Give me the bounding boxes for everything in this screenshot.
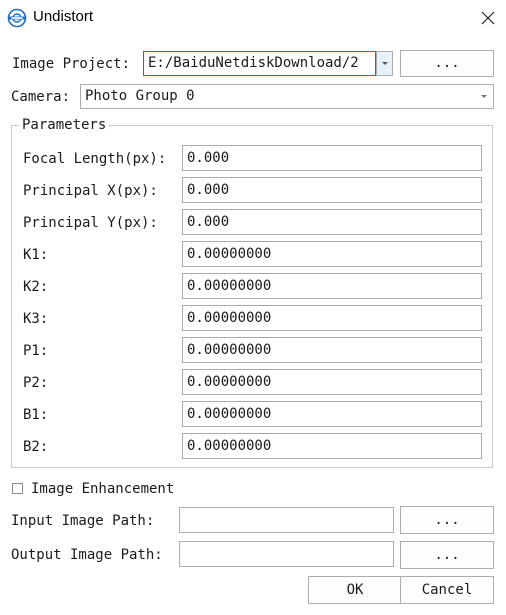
- input-path-field[interactable]: [179, 507, 394, 533]
- window-title: Undistort: [33, 8, 94, 25]
- image-project-browse-button[interactable]: ...: [400, 50, 494, 77]
- camera-combo[interactable]: Photo Group 0: [80, 84, 494, 109]
- principal-y-label: Principal Y(px):: [23, 215, 158, 231]
- principal-x-label: Principal X(px):: [23, 183, 158, 199]
- camera-label: Camera:: [11, 89, 71, 105]
- p2-field[interactable]: 0.00000000: [182, 369, 482, 395]
- chevron-down-icon: [479, 92, 489, 102]
- output-path-label: Output Image Path:: [11, 547, 163, 563]
- cancel-button[interactable]: Cancel: [400, 576, 494, 604]
- app-logo-icon: [7, 8, 27, 28]
- k1-field[interactable]: 0.00000000: [182, 241, 482, 267]
- b1-field[interactable]: 0.00000000: [182, 401, 482, 427]
- k1-label: K1:: [23, 247, 49, 263]
- input-path-browse-button[interactable]: ...: [400, 506, 494, 534]
- ok-button[interactable]: OK: [308, 576, 402, 604]
- principal-y-field[interactable]: 0.000: [182, 209, 482, 235]
- p1-label: P1:: [23, 343, 49, 359]
- output-path-field[interactable]: [179, 541, 394, 567]
- close-button[interactable]: [470, 0, 506, 36]
- focal-length-field[interactable]: 0.000: [182, 145, 482, 171]
- k2-label: K2:: [23, 279, 49, 295]
- camera-combo-value: Photo Group 0: [85, 88, 195, 104]
- p2-label: P2:: [23, 375, 49, 391]
- k2-field[interactable]: 0.00000000: [182, 273, 482, 299]
- image-project-dropdown-button[interactable]: [376, 51, 393, 76]
- title-bar: Undistort: [0, 0, 506, 36]
- close-icon: [481, 11, 495, 25]
- p1-field[interactable]: 0.00000000: [182, 337, 482, 363]
- focal-length-label: Focal Length(px):: [23, 151, 167, 167]
- b2-field[interactable]: 0.00000000: [182, 433, 482, 459]
- b1-label: B1:: [23, 407, 49, 423]
- image-project-label: Image Project:: [12, 56, 131, 72]
- input-path-label: Input Image Path:: [11, 513, 155, 529]
- k3-label: K3:: [23, 311, 49, 327]
- image-project-combo[interactable]: E:/BaiduNetdiskDownload/2: [143, 51, 376, 76]
- image-enhancement-checkbox[interactable]: [12, 483, 23, 494]
- parameters-group-title: Parameters: [19, 116, 110, 134]
- k3-field[interactable]: 0.00000000: [182, 305, 482, 331]
- output-path-browse-button[interactable]: ...: [400, 541, 494, 569]
- principal-x-field[interactable]: 0.000: [182, 177, 482, 203]
- b2-label: B2:: [23, 439, 49, 455]
- image-enhancement-label[interactable]: Image Enhancement: [31, 480, 174, 498]
